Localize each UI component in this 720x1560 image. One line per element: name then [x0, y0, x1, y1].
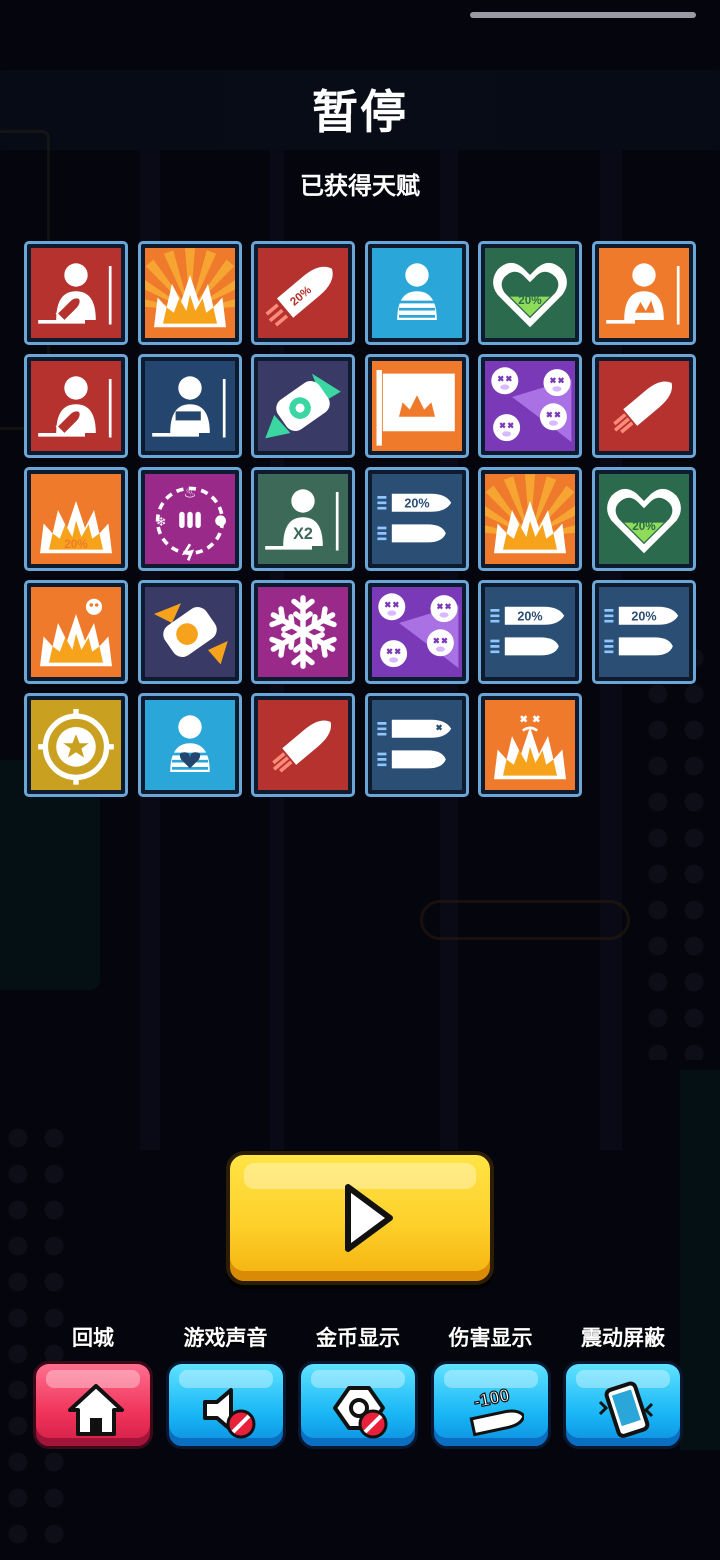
- talent-tile[interactable]: [137, 354, 242, 458]
- talent-tile[interactable]: [364, 354, 469, 458]
- talent-tile[interactable]: [592, 241, 696, 345]
- damage-number-button[interactable]: -100: [430, 1361, 551, 1449]
- talent-tile[interactable]: 20%: [592, 467, 696, 571]
- coin-off-icon: [333, 1386, 388, 1439]
- bullet-icon: [272, 720, 332, 773]
- svg-text:♨: ♨: [183, 485, 196, 501]
- status-bar-handle: [470, 12, 696, 18]
- target-gun-icon: [151, 376, 226, 438]
- talent-tile[interactable]: 20%: [478, 241, 583, 345]
- sound-off-icon: [202, 1388, 255, 1439]
- explosion-skull-icon: [40, 598, 112, 667]
- bullets-20-icon: 20%: [377, 493, 451, 543]
- talent-tile[interactable]: [137, 241, 242, 345]
- menu-label: 游戏声音: [183, 1326, 268, 1350]
- target-x2-icon: X2: [265, 489, 339, 551]
- talent-tile[interactable]: [24, 580, 128, 684]
- svg-text:-100: -100: [471, 1385, 510, 1412]
- target-rocket-icon: [38, 376, 112, 438]
- svg-text:20%: 20%: [519, 294, 543, 307]
- talent-tile[interactable]: 20%: [478, 580, 583, 684]
- bullets-rage-icon: [377, 719, 451, 769]
- resume-button[interactable]: [226, 1151, 494, 1285]
- svg-text:20%: 20%: [631, 609, 656, 623]
- explosion-rage-icon: [494, 715, 567, 780]
- bullet-20-icon: 20%: [265, 266, 333, 327]
- svg-text:X2: X2: [293, 525, 313, 543]
- flag-explosion-icon: [376, 370, 455, 446]
- vibration-icon: [598, 1381, 654, 1438]
- bullets-20-icon: 20%: [490, 606, 565, 656]
- explosion-20-icon: 20%: [40, 501, 112, 554]
- target-blast-icon: [606, 263, 680, 325]
- sound-off-button[interactable]: [165, 1361, 286, 1449]
- menu-label: 震动屏蔽: [581, 1326, 665, 1350]
- talent-tile[interactable]: 20%: [251, 241, 356, 345]
- menu-label: 金币显示: [316, 1326, 400, 1350]
- menu-label: 伤害显示: [448, 1326, 533, 1350]
- talent-tile[interactable]: 20%: [24, 467, 128, 571]
- coin-off-button[interactable]: [298, 1361, 418, 1449]
- frost-shell-icon: [265, 373, 341, 439]
- svg-text:20%: 20%: [404, 496, 429, 510]
- damage-number-icon: -100: [469, 1384, 524, 1437]
- svg-text:20%: 20%: [64, 538, 88, 551]
- talent-tile[interactable]: [251, 580, 356, 684]
- talent-tile[interactable]: [24, 354, 128, 458]
- svg-text:20%: 20%: [632, 520, 656, 533]
- vibration-button[interactable]: [563, 1361, 683, 1449]
- dead-pigs-icon: [378, 593, 459, 668]
- snowflake-icon: [269, 595, 337, 669]
- talent-tile[interactable]: [24, 693, 128, 797]
- talent-tile[interactable]: [137, 580, 242, 684]
- talent-tile[interactable]: [24, 241, 128, 345]
- ammo-ring-icon: ♨ ❄: [155, 485, 226, 561]
- bullet-icon: [613, 381, 672, 434]
- talent-tile[interactable]: [251, 354, 356, 458]
- heart-20-icon: 20%: [493, 262, 568, 328]
- talent-tile[interactable]: [592, 354, 696, 458]
- target-rocket-icon: [38, 263, 112, 325]
- dead-pigs-icon: [491, 367, 572, 442]
- svg-text:❄: ❄: [156, 514, 167, 529]
- home-icon: [68, 1384, 124, 1436]
- talent-tile[interactable]: [364, 580, 469, 684]
- talent-tile[interactable]: 20%: [592, 580, 696, 684]
- talent-tile[interactable]: ♨ ❄: [137, 467, 242, 571]
- explosion-icon: [485, 474, 576, 554]
- svg-text:20%: 20%: [518, 609, 543, 623]
- explosion-icon: [144, 248, 235, 328]
- fire-shell-icon: [153, 603, 228, 665]
- play-icon: [345, 1184, 393, 1252]
- talent-tile[interactable]: [364, 241, 469, 345]
- talent-tile[interactable]: [251, 693, 356, 797]
- talent-tile[interactable]: [137, 693, 242, 797]
- bullets-20-icon: 20%: [604, 606, 679, 656]
- talent-tile[interactable]: [478, 354, 583, 458]
- talent-tile[interactable]: 20%: [364, 467, 469, 571]
- target-heart-icon: [169, 715, 210, 772]
- menu-label: 回城: [72, 1326, 114, 1350]
- page-title: 暂停: [312, 85, 408, 139]
- talent-tile[interactable]: [478, 693, 583, 797]
- talent-tile[interactable]: [364, 693, 469, 797]
- home-button[interactable]: [33, 1361, 153, 1449]
- talent-tile[interactable]: X2: [251, 467, 356, 571]
- star-shield-icon: [38, 709, 114, 785]
- target-striped-icon: [396, 263, 437, 320]
- heart-20-icon: 20%: [607, 488, 681, 554]
- talent-tile[interactable]: [478, 467, 583, 571]
- talents-heading: 已获得天赋: [300, 172, 420, 200]
- talent-grid: 20% 20% 20% ♨ ❄ X2 20% 20% 20% 20%: [24, 241, 696, 797]
